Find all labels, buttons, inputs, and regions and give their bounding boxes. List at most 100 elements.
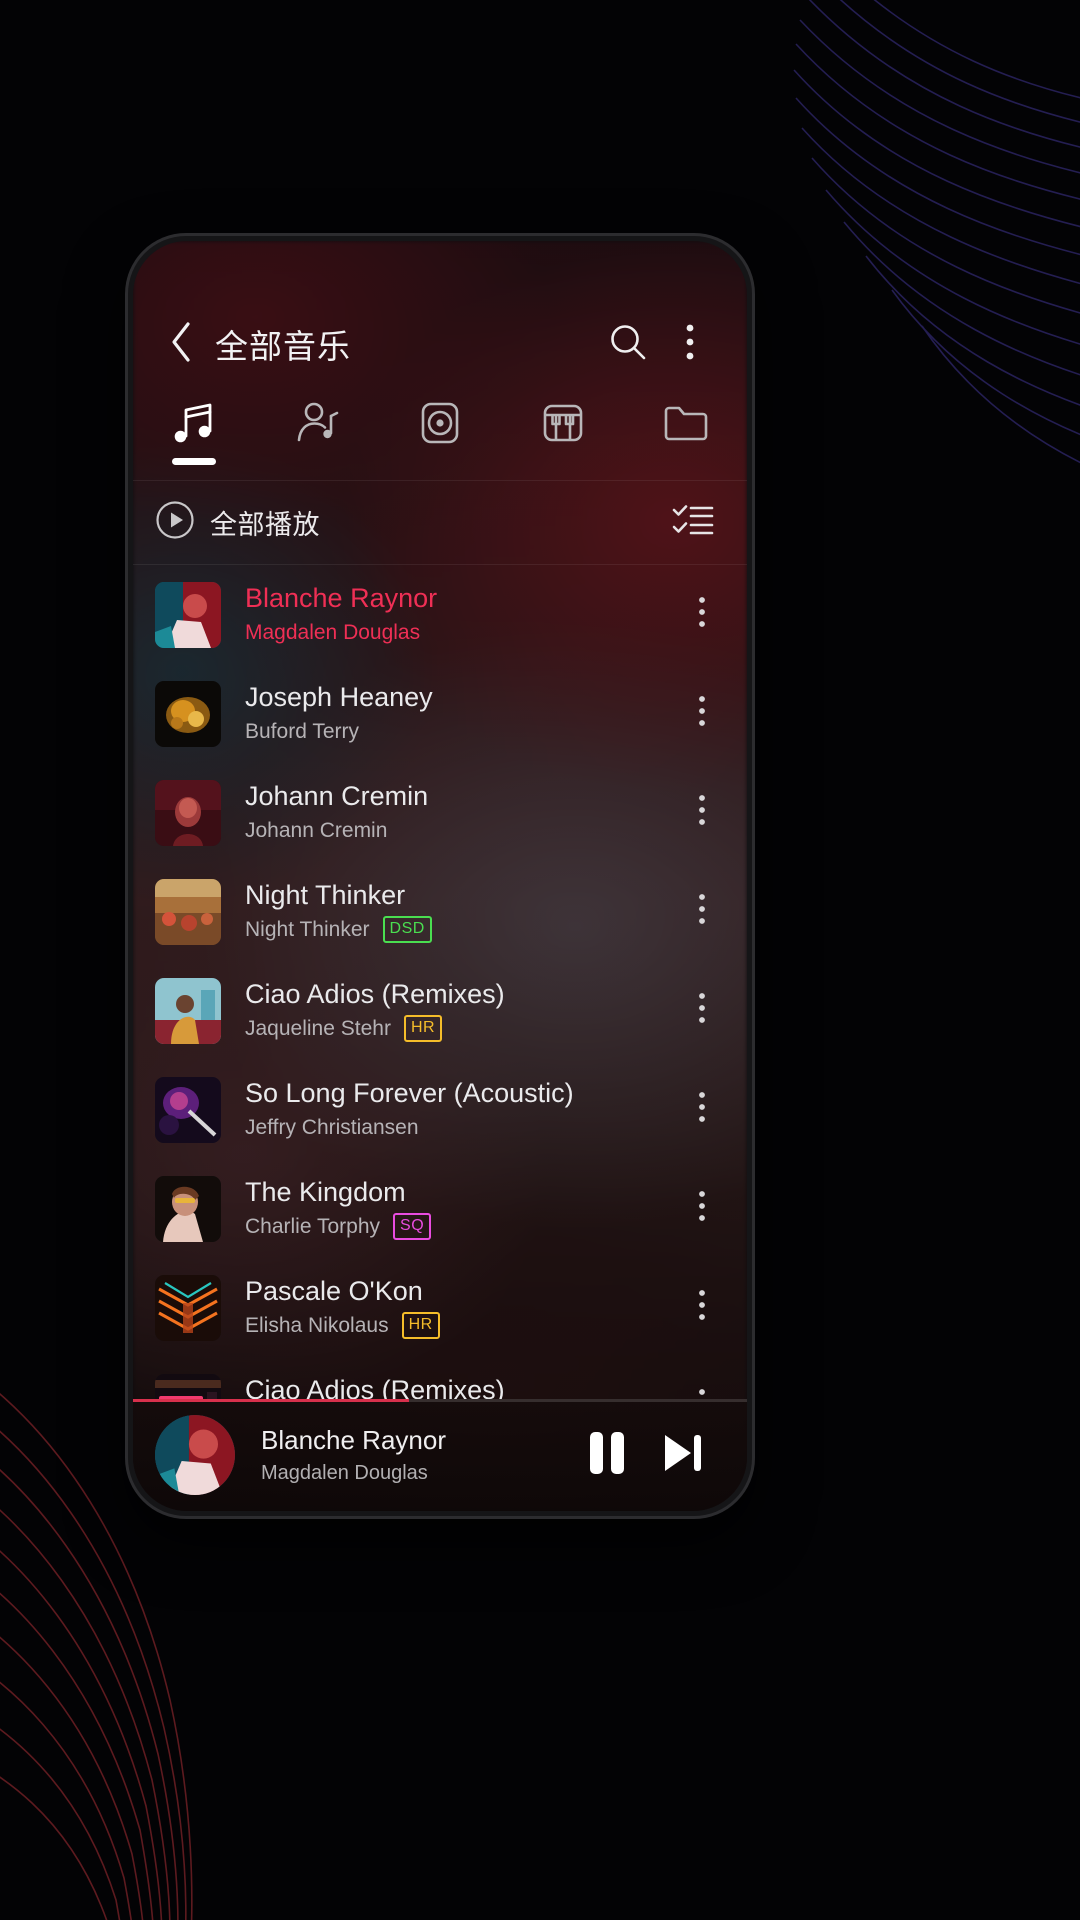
song-subtitle: Johann Cremin bbox=[245, 818, 675, 843]
song-meta: Ciao Adios (Remixes) Willis Osinski bbox=[245, 1375, 675, 1399]
song-overflow-button[interactable] bbox=[675, 975, 729, 1047]
song-overflow-button[interactable] bbox=[675, 1272, 729, 1344]
page-title: 全部音乐 bbox=[215, 328, 351, 365]
song-artist: Elisha Nikolaus bbox=[245, 1314, 389, 1338]
song-subtitle: Jeffry Christiansen bbox=[245, 1115, 675, 1140]
song-meta: Joseph Heaney Buford Terry bbox=[245, 682, 675, 744]
table-row[interactable]: Pascale O'Kon Elisha Nikolaus HR bbox=[133, 1258, 747, 1357]
playback-progress-bar[interactable] bbox=[133, 1399, 747, 1402]
album-cover bbox=[155, 581, 221, 648]
table-row[interactable]: Ciao Adios (Remixes) Jaqueline Stehr HR bbox=[133, 961, 747, 1060]
more-vertical-icon bbox=[698, 1190, 706, 1227]
multiselect-button[interactable] bbox=[665, 495, 721, 551]
song-subtitle: Charlie Torphy SQ bbox=[245, 1213, 675, 1241]
status-badge: DSD bbox=[382, 916, 432, 944]
song-overflow-button[interactable] bbox=[675, 1371, 729, 1400]
overflow-menu-button[interactable] bbox=[659, 313, 721, 375]
song-meta: Night Thinker Night Thinker DSD bbox=[245, 880, 675, 944]
back-button[interactable] bbox=[155, 318, 207, 370]
tab-albums[interactable] bbox=[379, 395, 502, 480]
more-vertical-icon bbox=[685, 323, 695, 366]
song-overflow-button[interactable] bbox=[675, 1074, 729, 1146]
song-artist: Jaqueline Stehr bbox=[245, 1017, 391, 1041]
piano-keys-icon bbox=[540, 399, 586, 447]
table-row[interactable]: Joseph Heaney Buford Terry bbox=[133, 664, 747, 763]
tab-folders[interactable] bbox=[624, 395, 747, 480]
song-meta: Ciao Adios (Remixes) Jaqueline Stehr HR bbox=[245, 979, 675, 1043]
tab-songs[interactable] bbox=[133, 395, 256, 480]
status-badge: HR bbox=[403, 1015, 443, 1043]
song-overflow-button[interactable] bbox=[675, 777, 729, 849]
table-row[interactable]: Night Thinker Night Thinker DSD bbox=[133, 862, 747, 961]
album-cover bbox=[155, 1175, 221, 1242]
album-cover bbox=[155, 1373, 221, 1399]
song-title: Ciao Adios (Remixes) bbox=[245, 1375, 505, 1399]
more-vertical-icon bbox=[698, 893, 706, 930]
album-cover bbox=[155, 977, 221, 1044]
table-row[interactable]: The Kingdom Charlie Torphy SQ bbox=[133, 1159, 747, 1258]
play-circle-icon bbox=[155, 500, 195, 545]
play-all-row: 全部播放 bbox=[133, 481, 747, 565]
song-meta: The Kingdom Charlie Torphy SQ bbox=[245, 1177, 675, 1241]
tab-genres[interactable] bbox=[501, 395, 624, 480]
song-artist: Buford Terry bbox=[245, 720, 359, 744]
tab-active-indicator bbox=[418, 458, 462, 465]
album-cover bbox=[155, 878, 221, 945]
more-vertical-icon bbox=[698, 695, 706, 732]
category-tab-bar bbox=[133, 395, 747, 481]
album-cover bbox=[155, 1274, 221, 1341]
now-playing-artist: Magdalen Douglas bbox=[261, 1462, 428, 1484]
skip-next-icon bbox=[661, 1431, 705, 1480]
song-overflow-button[interactable] bbox=[675, 1173, 729, 1245]
song-subtitle: Buford Terry bbox=[245, 719, 675, 744]
pause-icon bbox=[587, 1430, 627, 1481]
pause-button[interactable] bbox=[569, 1417, 645, 1493]
now-playing-avatar[interactable] bbox=[155, 1415, 235, 1495]
checklist-icon bbox=[672, 503, 714, 542]
table-row[interactable]: Blanche Raynor Magdalen Douglas bbox=[133, 565, 747, 664]
song-meta: Blanche Raynor Magdalen Douglas bbox=[245, 583, 675, 645]
song-overflow-button[interactable] bbox=[675, 876, 729, 948]
song-title: Johann Cremin bbox=[245, 781, 429, 812]
status-badge: HR bbox=[401, 1312, 440, 1340]
song-overflow-button[interactable] bbox=[675, 678, 729, 750]
tab-active-indicator bbox=[664, 458, 708, 465]
mini-player-bar[interactable]: Blanche Raynor Magdalen Douglas bbox=[133, 1399, 747, 1511]
song-meta: Pascale O'Kon Elisha Nikolaus HR bbox=[245, 1276, 675, 1340]
play-all-label: 全部播放 bbox=[210, 510, 320, 540]
song-title: Ciao Adios (Remixes) bbox=[245, 978, 505, 1009]
phone-device-frame: 全部音乐 全部播放 Blanche Raynor Magdalen Dougla… bbox=[128, 236, 752, 1516]
song-artist: Johann Cremin bbox=[245, 819, 388, 843]
folder-icon bbox=[662, 399, 710, 447]
music-note-icon bbox=[170, 399, 218, 447]
tab-active-indicator bbox=[295, 458, 339, 465]
tab-artists[interactable] bbox=[256, 395, 379, 480]
song-meta: So Long Forever (Acoustic) Jeffry Christ… bbox=[245, 1078, 675, 1140]
next-track-button[interactable] bbox=[645, 1417, 721, 1493]
song-title: The Kingdom bbox=[245, 1176, 406, 1207]
song-title: So Long Forever (Acoustic) bbox=[245, 1078, 574, 1109]
phone-screen: 全部音乐 全部播放 Blanche Raynor Magdalen Dougla… bbox=[133, 241, 747, 1511]
album-cover bbox=[155, 779, 221, 846]
tab-active-indicator bbox=[541, 458, 585, 465]
song-list[interactable]: Blanche Raynor Magdalen Douglas Joseph H… bbox=[133, 565, 747, 1399]
chevron-left-icon bbox=[168, 321, 194, 368]
table-row[interactable]: Johann Cremin Johann Cremin bbox=[133, 763, 747, 862]
now-playing-meta: Blanche Raynor Magdalen Douglas bbox=[261, 1425, 569, 1485]
more-vertical-icon bbox=[698, 596, 706, 633]
search-button[interactable] bbox=[597, 313, 659, 375]
song-overflow-button[interactable] bbox=[675, 579, 729, 651]
play-all-button[interactable]: 全部播放 bbox=[155, 500, 320, 545]
song-artist: Magdalen Douglas bbox=[245, 621, 421, 645]
status-badge: SQ bbox=[393, 1213, 432, 1241]
song-subtitle: Night Thinker DSD bbox=[245, 916, 675, 944]
search-icon bbox=[608, 322, 648, 367]
more-vertical-icon bbox=[698, 1289, 706, 1326]
table-row[interactable]: Ciao Adios (Remixes) Willis Osinski bbox=[133, 1357, 747, 1399]
song-artist: Jeffry Christiansen bbox=[245, 1116, 419, 1140]
song-title: Pascale O'Kon bbox=[245, 1275, 423, 1306]
tab-active-indicator bbox=[172, 458, 217, 465]
song-subtitle: Jaqueline Stehr HR bbox=[245, 1015, 675, 1043]
more-vertical-icon bbox=[698, 1388, 706, 1399]
table-row[interactable]: So Long Forever (Acoustic) Jeffry Christ… bbox=[133, 1060, 747, 1159]
